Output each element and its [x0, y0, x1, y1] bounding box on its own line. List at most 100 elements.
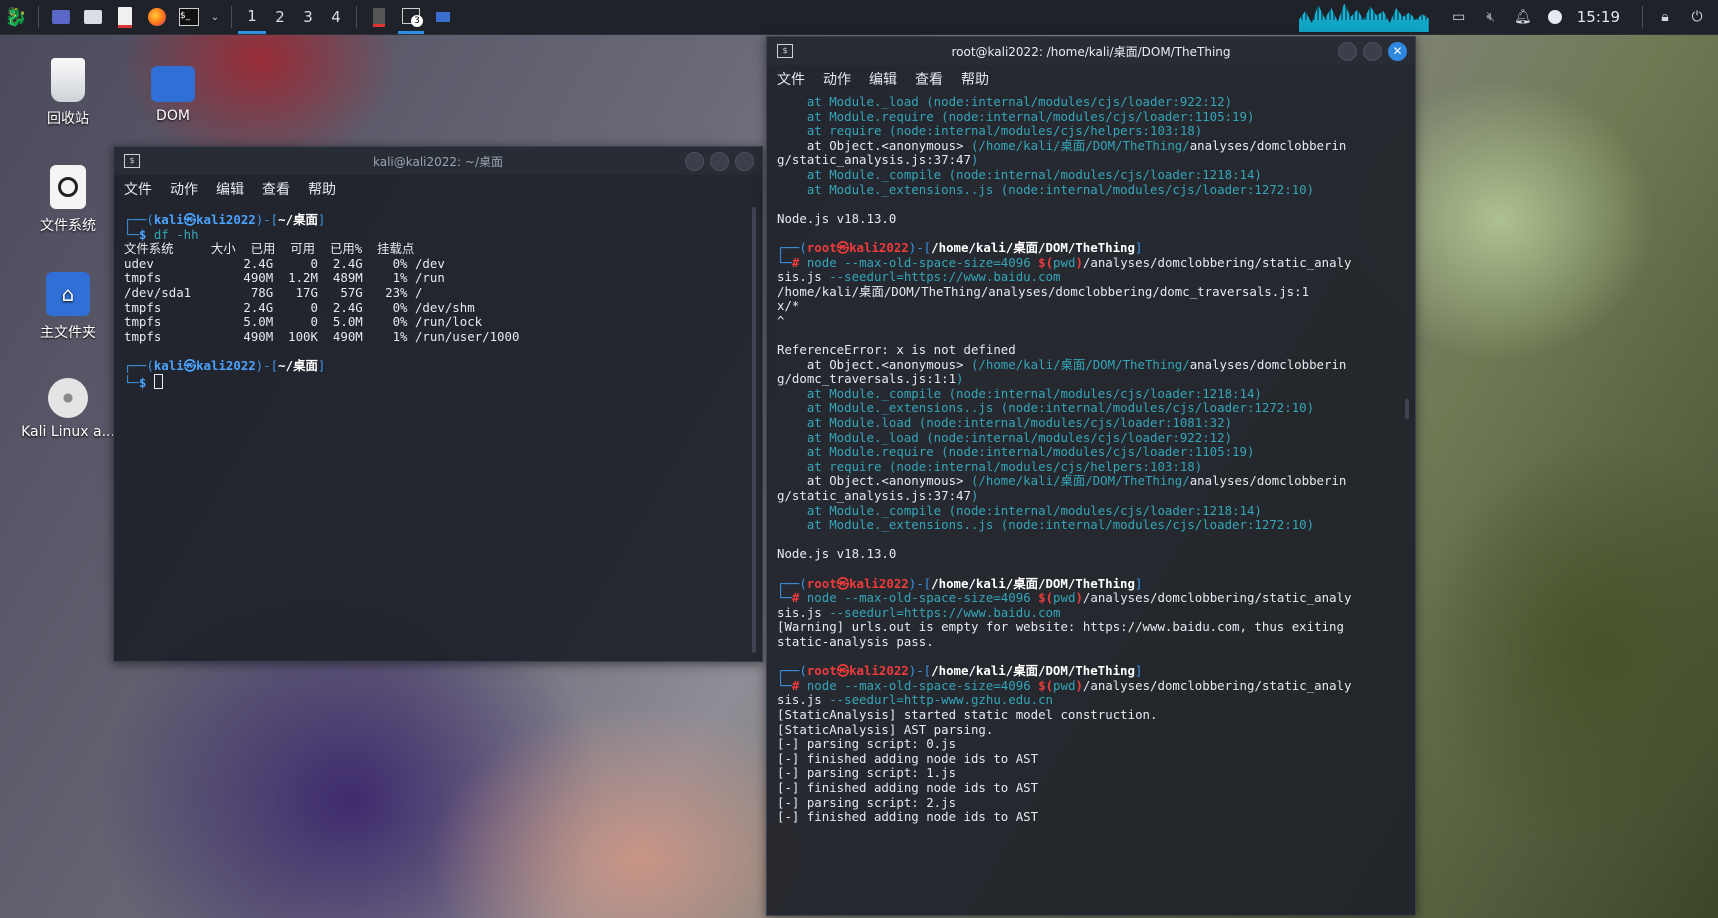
terminal-line: [-] parsing script: 1.js: [777, 766, 1415, 781]
folder-icon: [151, 66, 195, 102]
prompt-bracket: ]: [317, 212, 326, 227]
terminal-output[interactable]: at Module._load (node:internal/modules/c…: [767, 93, 1415, 911]
prompt-host: kali2022: [196, 212, 256, 227]
window-titlebar[interactable]: $ kali@kali2022: ~/桌面: [114, 147, 762, 175]
desktop-icon-disc[interactable]: Kali Linux a...: [13, 378, 123, 440]
terminal-line: at Module._extensions..js (node:internal…: [777, 401, 1415, 416]
scrollbar-thumb[interactable]: [1405, 399, 1409, 419]
cpu-graph: [1298, 3, 1429, 32]
desktop-icon-filesystem[interactable]: 文件系统: [13, 165, 123, 235]
maximize-button[interactable]: [1363, 42, 1382, 61]
trash-icon: [51, 58, 85, 102]
df-cell: /run/lock: [407, 314, 483, 330]
window-titlebar[interactable]: $ root@kali2022: /home/kali/桌面/DOM/TheTh…: [767, 37, 1415, 65]
df-cell: 0%: [362, 299, 408, 315]
lock-icon[interactable]: 🔒︎: [1652, 4, 1678, 30]
df-cell: 2.4G: [235, 255, 274, 271]
df-cell: 78G: [235, 284, 274, 300]
df-header-cell: 文件系统: [124, 241, 174, 257]
prompt-bracket: )-[: [908, 663, 932, 679]
output-text: [-] parsing script: 0.js: [777, 736, 957, 752]
text-editor-icon[interactable]: [112, 4, 138, 30]
trace-path: g/static_analysis.js:37:47: [777, 488, 971, 504]
workspace-3[interactable]: 3: [294, 0, 322, 34]
command-subshell: ): [1075, 590, 1083, 606]
kali-menu-icon[interactable]: 🐉: [3, 4, 29, 30]
command-line: └─$ df -hh: [124, 226, 762, 243]
terminal-output[interactable]: ┌──(kali㉿kali2022)-[~/桌面] └─$ df -hh 文件系统 …: [114, 203, 762, 653]
desktop-icon-dom[interactable]: DOM: [118, 58, 228, 124]
clock[interactable]: 15:19: [1577, 8, 1620, 26]
firefox-icon[interactable]: [144, 4, 170, 30]
prompt-bracket: └─: [777, 677, 792, 693]
terminal-line: Node.js v18.13.0: [777, 211, 1415, 227]
prompt-bracket: )-[: [908, 239, 932, 255]
menu-edit[interactable]: 编辑: [869, 69, 897, 89]
output-text: [-] parsing script: 2.js: [777, 794, 957, 810]
power-icon[interactable]: [1542, 4, 1568, 30]
terminal-line: [-] parsing script: 2.js: [777, 794, 1415, 811]
trace-path: analyses/domclobberin: [1189, 137, 1347, 153]
taskbar-separator: [38, 6, 39, 28]
menu-file[interactable]: 文件: [124, 179, 152, 199]
output-text: x/*: [777, 298, 800, 314]
trace-path: analyses/domclobberin: [1189, 473, 1347, 489]
trace-paren: ): [970, 152, 979, 168]
workspace-1[interactable]: 1: [238, 0, 266, 34]
file-manager-icon[interactable]: [80, 4, 106, 30]
prompt-user: root: [806, 575, 837, 591]
df-header-cell: 已用: [250, 241, 276, 257]
close-button[interactable]: ✕: [1388, 42, 1407, 61]
df-cell: 0: [273, 299, 318, 315]
menu-help[interactable]: 帮助: [961, 69, 989, 89]
menu-help[interactable]: 帮助: [308, 179, 336, 199]
output-text: /home/kali/桌面/DOM/TheThing/analyses/domc…: [777, 283, 1310, 299]
menu-action[interactable]: 动作: [823, 69, 851, 89]
maximize-button[interactable]: [710, 152, 729, 171]
df-cell: /run/user/1000: [407, 328, 520, 344]
menu-view[interactable]: 查看: [915, 69, 943, 89]
prompt-symbol: #: [791, 590, 807, 606]
minimize-button[interactable]: [685, 152, 704, 171]
command-arg: --seedurl=http-www.gzhu.edu.cn: [829, 692, 1054, 708]
cursor[interactable]: [153, 373, 163, 389]
chevron-down-icon[interactable]: ⌄: [208, 4, 222, 30]
terminal-window-right[interactable]: $ root@kali2022: /home/kali/桌面/DOM/TheTh…: [766, 36, 1416, 916]
task-folder-icon[interactable]: [430, 4, 456, 30]
close-button[interactable]: [735, 152, 754, 171]
menu-view[interactable]: 查看: [262, 179, 290, 199]
menu-action[interactable]: 动作: [170, 179, 198, 199]
output-text: [-] parsing script: 1.js: [777, 765, 957, 781]
menu-file[interactable]: 文件: [777, 69, 805, 89]
terminal-line: g/domc_traversals.js:1:1): [777, 371, 1415, 387]
df-cell: 490M: [235, 328, 274, 344]
task-terminal-icon[interactable]: 3: [398, 0, 424, 34]
prompt-bracket: ┌──(: [777, 575, 807, 591]
show-desktop-icon[interactable]: [48, 4, 74, 30]
scrollbar[interactable]: [752, 207, 756, 653]
workspace-2[interactable]: 2: [266, 0, 294, 34]
desktop-icon-home[interactable]: ⌂ 主文件夹: [13, 272, 123, 342]
menubar: 文件 动作 编辑 查看 帮助: [114, 175, 762, 203]
taskbar-separator: [356, 6, 357, 28]
notification-bell-icon[interactable]: 🔔︎: [1510, 4, 1536, 30]
prompt-line: ┌──(root㉿kali2022)-[/home/kali/桌面/DOM/Th…: [777, 575, 1415, 592]
terminal-window-left[interactable]: $ kali@kali2022: ~/桌面 文件 动作 编辑 查看 帮助 ┌──…: [113, 146, 763, 662]
prompt-bracket: ]: [317, 357, 326, 373]
desktop-icon-trash[interactable]: 回收站: [13, 58, 123, 128]
df-cell: /dev: [407, 255, 445, 271]
prompt-bracket: ]: [1134, 239, 1143, 255]
terminal-launcher-icon[interactable]: $_: [176, 4, 202, 30]
trace-text: at Module._extensions..js (node:internal…: [777, 400, 1315, 416]
task-editor-icon[interactable]: [366, 4, 392, 30]
display-icon[interactable]: ▭: [1446, 4, 1472, 30]
drive-icon: [50, 165, 86, 209]
minimize-button[interactable]: [1338, 42, 1357, 61]
prompt-symbol: $: [138, 226, 154, 242]
menu-edit[interactable]: 编辑: [216, 179, 244, 199]
workspace-4[interactable]: 4: [322, 0, 350, 34]
logout-icon[interactable]: ⏻: [1684, 4, 1710, 30]
terminal-line: [777, 562, 1415, 577]
volume-muted-icon[interactable]: 🔇︎: [1478, 4, 1504, 30]
